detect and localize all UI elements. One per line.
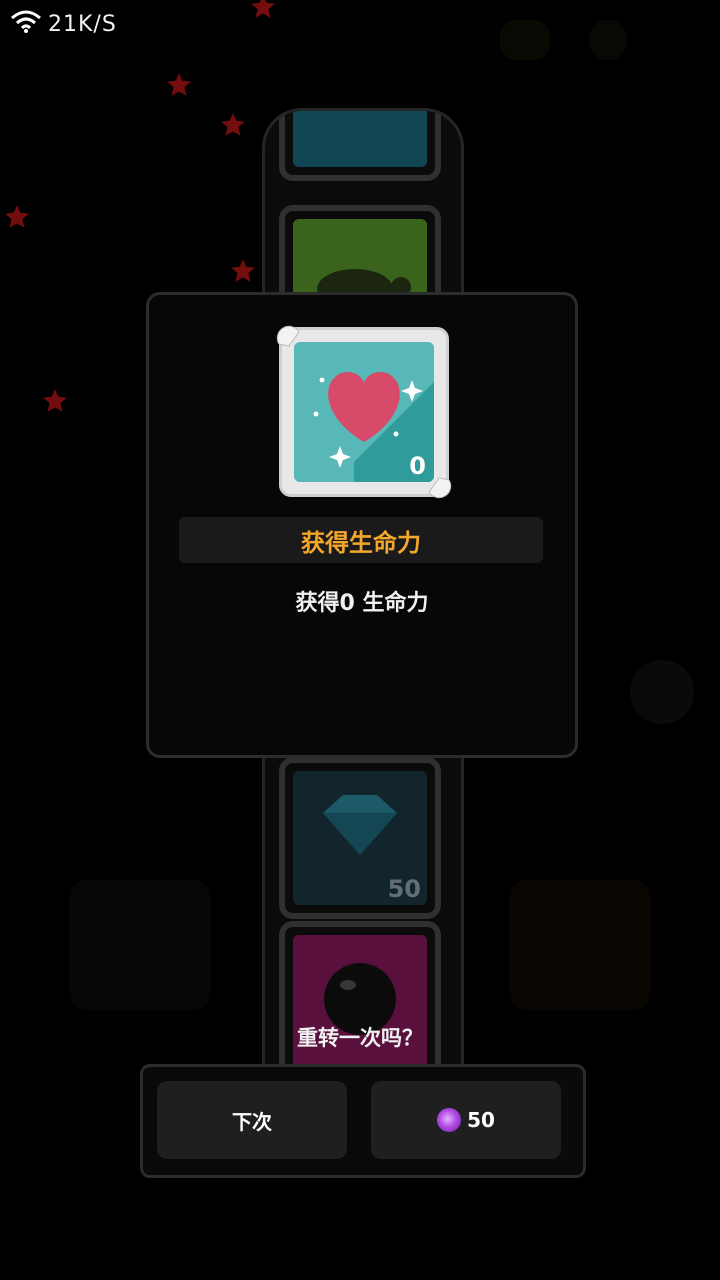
- reward-description: 获得0 生命力: [295, 591, 429, 616]
- reward-card-face: 0: [294, 342, 434, 482]
- reward-dialog: 0 获得生命力 获得0 生命力: [146, 292, 578, 758]
- purple-orb-icon: [437, 1108, 462, 1132]
- shell-icon: [276, 325, 300, 347]
- next-time-button[interactable]: 下次: [157, 1081, 347, 1159]
- wifi-icon: [10, 10, 42, 38]
- shell-icon: [428, 477, 452, 499]
- reward-title-bar: 获得生命力: [179, 517, 543, 563]
- respin-button[interactable]: 50: [371, 1081, 561, 1159]
- status-bar: 21K/S: [10, 8, 117, 40]
- respin-cost: 50: [467, 1108, 495, 1132]
- reward-count: 0: [409, 452, 426, 480]
- respin-panel: 下次 50: [140, 1064, 586, 1178]
- respin-question: 重转一次吗？: [297, 1026, 423, 1050]
- next-time-label: 下次: [232, 1109, 272, 1134]
- reward-card: 0: [276, 325, 452, 499]
- network-speed: 21K/S: [48, 11, 117, 37]
- reward-title: 获得生命力: [301, 528, 421, 557]
